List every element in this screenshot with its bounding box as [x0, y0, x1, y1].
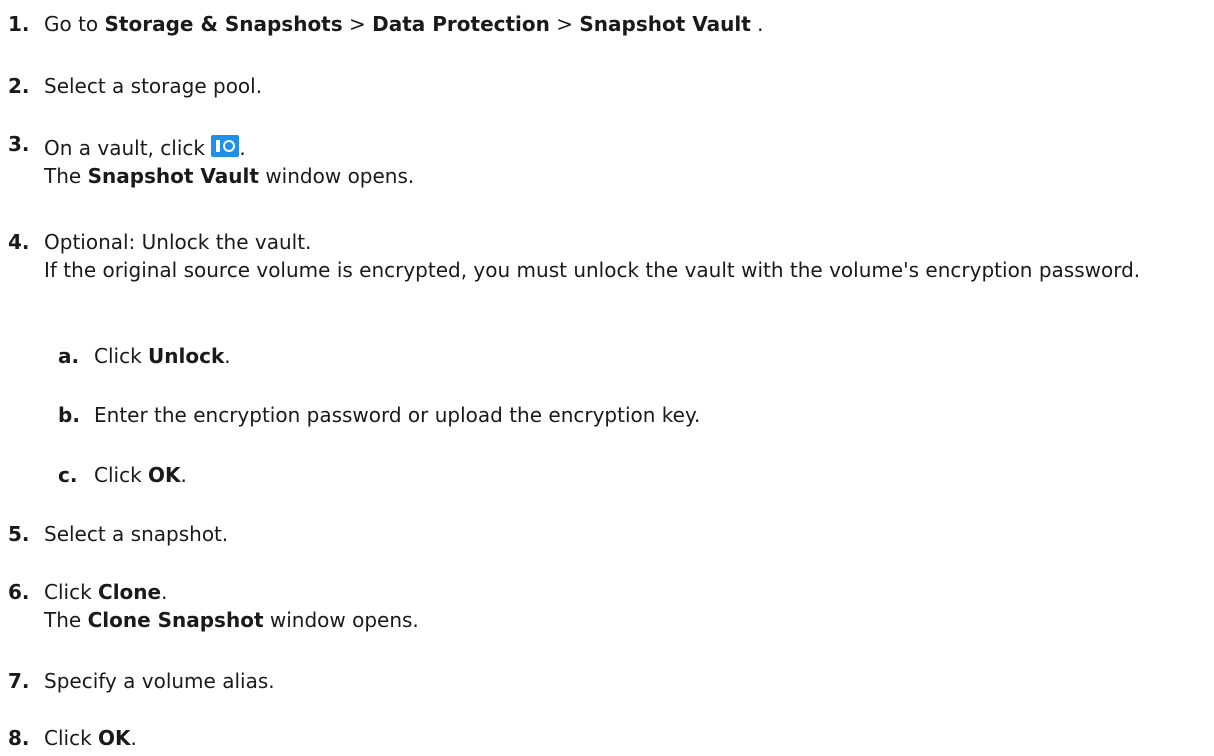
menu-snapshot-vault: Snapshot Vault	[579, 12, 751, 36]
step-7: 7. Specify a volume alias.	[8, 667, 1206, 695]
step-number: 6.	[8, 580, 30, 604]
substep-text: Click Unlock.	[94, 344, 231, 368]
step-text: Select a storage pool.	[44, 74, 263, 98]
step-number: 3.	[8, 132, 30, 156]
step-number: 8.	[8, 726, 30, 750]
substep-a: a. Click Unlock.	[58, 342, 1206, 370]
step-text: On a vault, click .	[44, 135, 246, 160]
substep-letter: c.	[58, 463, 78, 487]
step-text: Select a snapshot.	[44, 522, 229, 546]
clone-label: Clone	[98, 580, 162, 604]
step-number: 1.	[8, 12, 30, 36]
step-text: Click OK.	[44, 726, 137, 750]
step-number: 7.	[8, 669, 30, 693]
step-number: 2.	[8, 74, 30, 98]
step-4: 4. Optional: Unlock the vault. If the or…	[8, 228, 1206, 284]
step-2: 2. Select a storage pool.	[8, 72, 1206, 100]
substep-letter: b.	[58, 403, 80, 427]
step-number: 5.	[8, 522, 30, 546]
substep-text: Enter the encryption password or upload …	[94, 403, 701, 427]
step-6: 6. Click Clone. The Clone Snapshot windo…	[8, 578, 1206, 634]
step-text: Optional: Unlock the vault.	[44, 230, 312, 254]
snapshot-vault-icon	[211, 135, 240, 157]
step-text: Click Clone.	[44, 580, 168, 604]
step-number: 4.	[8, 230, 30, 254]
step-5: 5. Select a snapshot.	[8, 520, 1206, 548]
step-result: The Snapshot Vault window opens.	[44, 164, 415, 188]
step-result: The Clone Snapshot window opens.	[44, 608, 419, 632]
step-3: 3. On a vault, click . The Snapshot Vaul…	[8, 130, 1206, 190]
step-detail: If the original source volume is encrypt…	[44, 258, 1141, 282]
substep-c: c. Click OK.	[58, 461, 1206, 489]
substep-b: b. Enter the encryption password or uplo…	[58, 401, 1206, 429]
substep-letter: a.	[58, 344, 80, 368]
step-8: 8. Click OK.	[8, 724, 1206, 752]
menu-storage-snapshots: Storage & Snapshots	[104, 12, 343, 36]
step-1: 1. Go to Storage & Snapshots > Data Prot…	[8, 10, 1206, 38]
substep-text: Click OK.	[94, 463, 187, 487]
step-text: Go to Storage & Snapshots > Data Protect…	[44, 12, 764, 36]
menu-data-protection: Data Protection	[372, 12, 550, 36]
step-text: Specify a volume alias.	[44, 669, 275, 693]
